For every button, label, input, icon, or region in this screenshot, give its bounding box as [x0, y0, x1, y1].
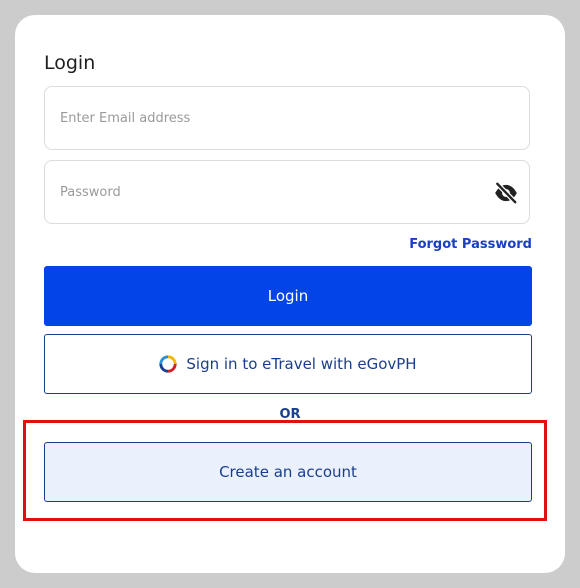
email-input[interactable] — [60, 87, 480, 149]
password-field[interactable] — [44, 160, 530, 224]
email-field[interactable] — [44, 86, 530, 150]
forgot-password-link[interactable]: Forgot Password — [409, 237, 532, 252]
eye-off-icon[interactable] — [493, 180, 519, 206]
login-card: Login Forgot Password Login Sign in to e… — [15, 15, 565, 573]
or-divider: OR — [279, 407, 301, 422]
egov-signin-label: Sign in to eTravel with eGovPH — [186, 355, 417, 373]
egov-signin-button[interactable]: Sign in to eTravel with eGovPH — [44, 334, 532, 394]
egov-logo-icon — [159, 355, 178, 373]
page-title: Login — [44, 52, 96, 74]
password-input[interactable] — [60, 161, 480, 223]
create-account-button[interactable]: Create an account — [44, 442, 532, 502]
login-button[interactable]: Login — [44, 266, 532, 326]
